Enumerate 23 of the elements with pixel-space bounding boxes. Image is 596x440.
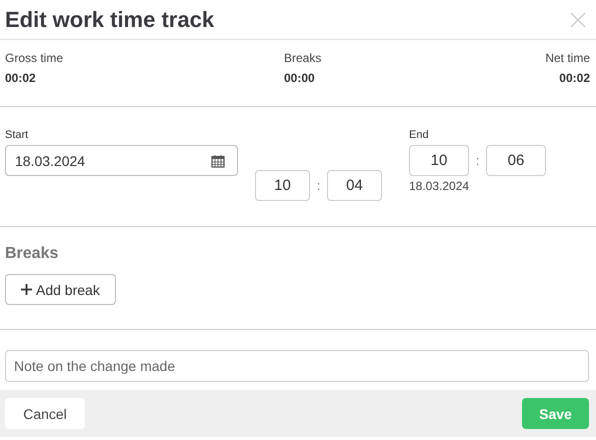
start-label: Start [5, 129, 30, 143]
time-separator: : [316, 178, 322, 193]
dialog-title: Edit work time track [5, 6, 214, 32]
hour-field[interactable]: 10 [409, 145, 469, 176]
summary-label: Breaks [284, 51, 322, 65]
time-separator: : [474, 153, 480, 168]
minute-field[interactable]: 04 [327, 170, 382, 201]
summary-value: 00:00 [284, 71, 316, 85]
summary-value: 00:02 [558, 71, 590, 85]
calendar-icon[interactable] [211, 154, 225, 168]
breaks-heading: Breaks [5, 245, 60, 264]
minute-field[interactable]: 06 [486, 145, 546, 176]
add-break-button[interactable]: Add break [5, 274, 116, 305]
note-field[interactable]: Note on the change made [5, 350, 589, 382]
summary-label: Gross time [5, 51, 64, 65]
summary-label: Net time [545, 51, 590, 65]
hour-field[interactable]: 10 [255, 170, 310, 201]
date-field[interactable]: 18.03.2024 [5, 145, 238, 176]
end-date: 18.03.2024 [409, 179, 470, 193]
summary-value: 00:02 [5, 71, 37, 85]
end-label: End [409, 129, 430, 143]
plus-icon [21, 284, 32, 295]
cancel-button[interactable]: Cancel [5, 398, 85, 429]
